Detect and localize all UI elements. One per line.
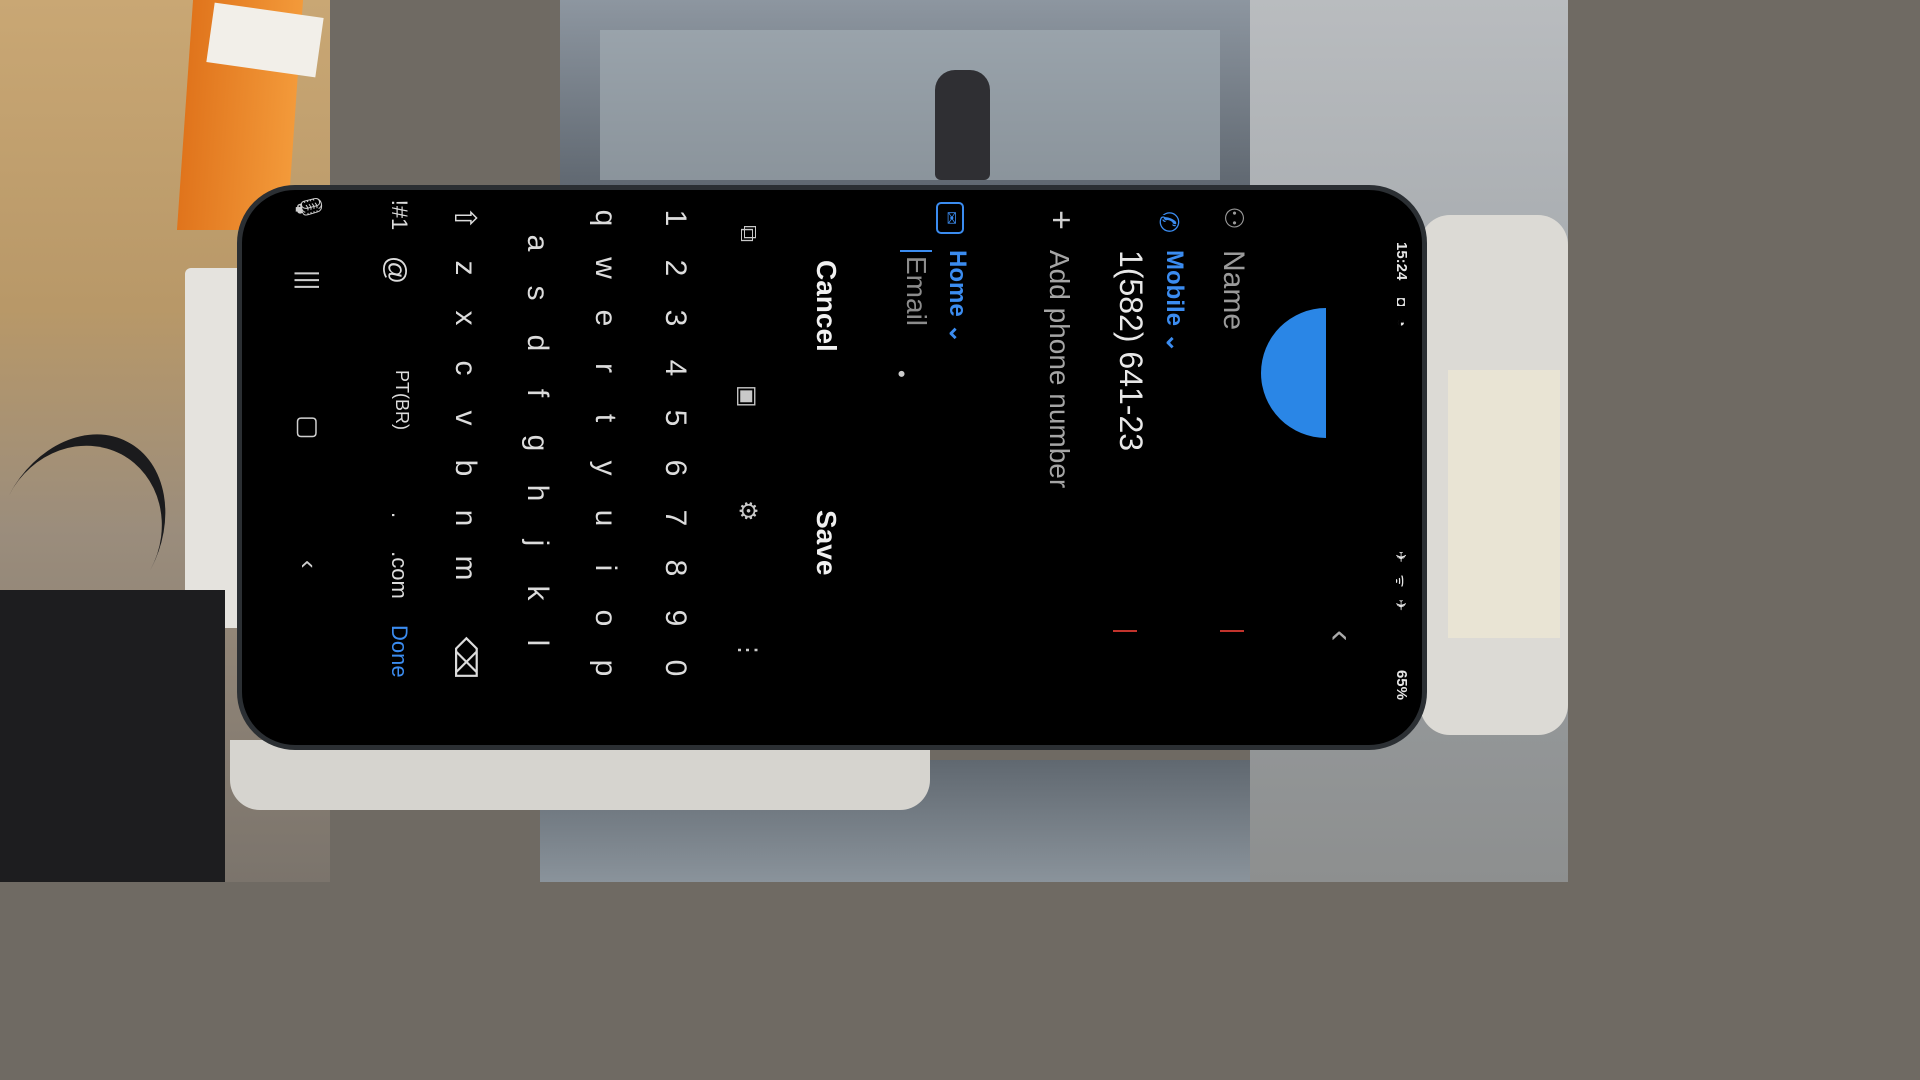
key-7[interactable]: 7 (658, 493, 692, 543)
person-icon: ⚇ (1219, 206, 1249, 230)
background-box (0, 590, 225, 882)
key-p[interactable]: p (588, 643, 622, 693)
key-h[interactable]: h (520, 468, 554, 518)
more-options-icon[interactable]: ⋮ (733, 638, 762, 662)
space-key[interactable]: PT(BR) (391, 350, 412, 450)
email-icon: ✉ (936, 202, 964, 234)
plus-icon: + (1042, 210, 1080, 230)
phone-mount-left (185, 268, 245, 628)
key-l[interactable]: l (520, 618, 554, 668)
key-o[interactable]: o (588, 593, 622, 643)
symbols-key[interactable]: !#1 (386, 190, 412, 240)
key-m[interactable]: m (448, 543, 482, 593)
status-time: 15:24 (1393, 242, 1410, 281)
email-field[interactable]: Email (900, 250, 932, 327)
key-y[interactable]: y (588, 443, 622, 493)
home-button[interactable]: ▢ (293, 415, 324, 440)
key-b[interactable]: b (448, 443, 482, 493)
key-x[interactable]: x (448, 293, 482, 343)
key-j[interactable]: j (520, 518, 554, 568)
key-t[interactable]: t (588, 393, 622, 443)
key-f[interactable]: f (520, 368, 554, 418)
key-c[interactable]: c (448, 343, 482, 393)
key-u[interactable]: u (588, 493, 622, 543)
done-key[interactable]: Done (386, 625, 412, 678)
key-0[interactable]: 0 (658, 643, 692, 693)
key-w[interactable]: w (588, 243, 622, 293)
background-hallway-inner (600, 30, 1220, 180)
recents-button[interactable]: ||| (293, 270, 324, 290)
phone-type-dropdown[interactable]: Mobile ⌄ (1160, 250, 1189, 353)
key-3[interactable]: 3 (658, 293, 692, 343)
mount-label (1448, 370, 1560, 638)
dot-com-key[interactable]: .com (386, 550, 412, 600)
gear-icon[interactable]: ⚙ (733, 500, 762, 522)
key-1[interactable]: 1 (658, 193, 692, 243)
key-n[interactable]: n (448, 493, 482, 543)
key-8[interactable]: 8 (658, 543, 692, 593)
phone-mount-bottom (230, 740, 930, 810)
name-field[interactable]: Name (1216, 250, 1250, 330)
phone-row: ✆ Mobile ⌄ 1(582) 641-23 (1057, 190, 1197, 745)
key-r[interactable]: r (588, 343, 622, 393)
shift-icon[interactable]: ⇧ (447, 193, 482, 243)
key-d[interactable]: d (520, 318, 554, 368)
key-k[interactable]: k (520, 568, 554, 618)
microphone-icon[interactable]: 🎙 (293, 190, 324, 223)
clipboard-icon[interactable]: ⧉ (734, 225, 762, 242)
battery-level: 65% (1393, 669, 1410, 700)
key-9[interactable]: 9 (658, 593, 692, 643)
chevron-left-icon[interactable]: ‹ (1321, 630, 1360, 641)
key-i[interactable]: i (588, 543, 622, 593)
key-6[interactable]: 6 (658, 443, 692, 493)
key-a[interactable]: a (520, 218, 554, 268)
connectivity-icons: ✈ ᯤ ✈ (1393, 550, 1409, 615)
cancel-button[interactable]: Cancel (810, 260, 842, 352)
phone-delete-marker (1113, 630, 1137, 632)
backspace-icon[interactable]: ⌫ (447, 633, 482, 683)
form-actions: Cancel Save (792, 190, 842, 745)
period-key[interactable]: . (386, 490, 412, 540)
key-s[interactable]: s (520, 268, 554, 318)
email-type-dropdown[interactable]: Home ⌄ (943, 250, 972, 343)
keyboard-toolbar: ⧉ ▣ ⚙ ⋮ (712, 190, 772, 745)
key-g[interactable]: g (520, 418, 554, 468)
phone-device: 15:24 ◘ ◔ ✈ ᯤ ✈ 65% ‹ ⚇ Name ✆ Mobile ⌄ … (237, 185, 1427, 750)
contact-header: ‹ (1261, 190, 1382, 745)
email-dot: • (889, 370, 914, 378)
phone-screen: 15:24 ◘ ◔ ✈ ᯤ ✈ 65% ‹ ⚇ Name ✆ Mobile ⌄ … (242, 190, 1422, 745)
key-e[interactable]: e (588, 293, 622, 343)
key-4[interactable]: 4 (658, 343, 692, 393)
at-key[interactable]: @ (380, 245, 412, 295)
back-button[interactable]: ‹ (293, 560, 324, 569)
key-z[interactable]: z (448, 243, 482, 293)
key-v[interactable]: v (448, 393, 482, 443)
notification-icons: ◘ ◔ (1394, 298, 1410, 331)
phone-number-field[interactable]: 1(582) 641-23 (1112, 250, 1149, 451)
contact-photo-placeholder[interactable] (1261, 308, 1326, 438)
navigation-bar: 🎙 ||| ▢ ‹ (274, 190, 334, 745)
key-2[interactable]: 2 (658, 243, 692, 293)
name-delete-marker (1220, 630, 1244, 632)
key-5[interactable]: 5 (658, 393, 692, 443)
key-q[interactable]: q (588, 193, 622, 243)
save-button[interactable]: Save (810, 510, 842, 575)
background-person (935, 70, 990, 180)
keyboard-mode-icon[interactable]: ▣ (733, 385, 762, 408)
status-bar: 15:24 ◘ ◔ ✈ ᯤ ✈ 65% (1382, 190, 1422, 745)
add-phone-button[interactable]: Add phone number (1043, 250, 1075, 488)
phone-icon: ✆ (1154, 211, 1184, 233)
